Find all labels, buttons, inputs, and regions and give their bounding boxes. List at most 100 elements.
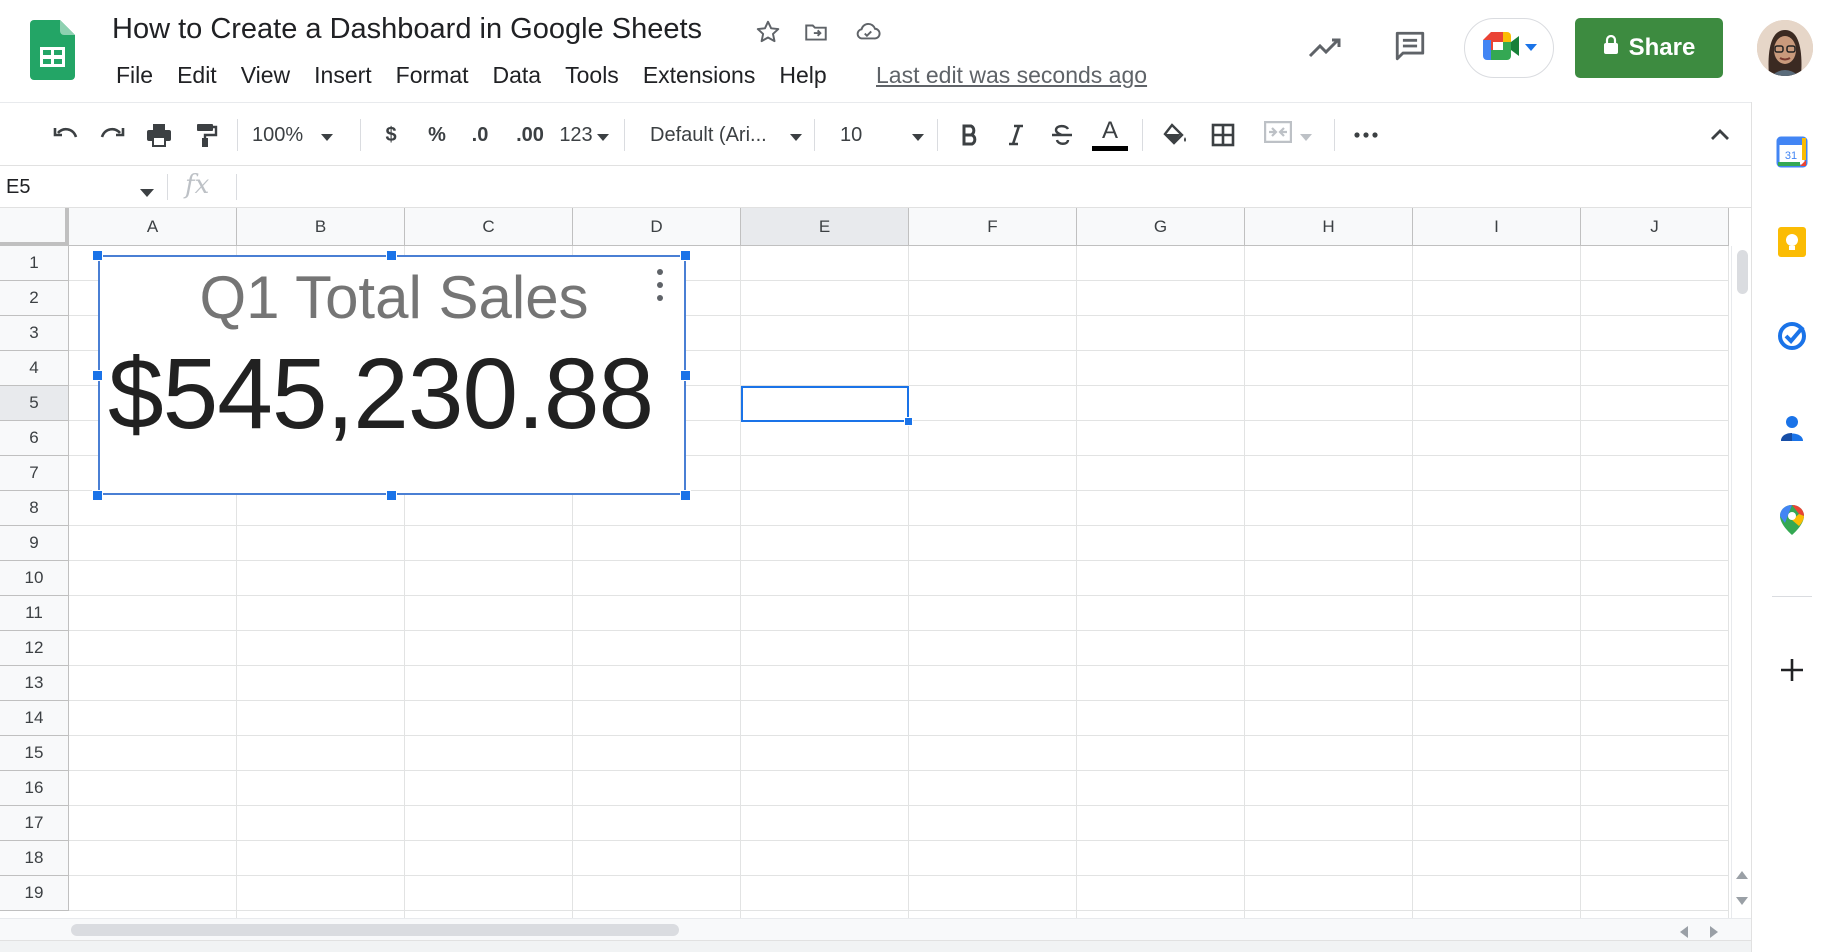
column-header-d[interactable]: D xyxy=(573,208,741,246)
row-header-11[interactable]: 11 xyxy=(0,596,69,631)
tasks-icon[interactable] xyxy=(1772,316,1812,356)
document-title[interactable]: How to Create a Dashboard in Google Shee… xyxy=(112,13,702,46)
strikethrough-icon[interactable] xyxy=(1044,103,1080,167)
row-header-1[interactable]: 1 xyxy=(0,246,69,281)
resize-handle-bottom-right[interactable] xyxy=(680,490,691,501)
menu-view[interactable]: View xyxy=(229,60,302,90)
maps-icon[interactable] xyxy=(1772,500,1812,540)
horizontal-scroll-thumb[interactable] xyxy=(71,924,679,936)
menu-format[interactable]: Format xyxy=(384,60,481,90)
vertical-scrollbar[interactable] xyxy=(1731,246,1751,918)
menu-extensions[interactable]: Extensions xyxy=(631,60,768,90)
borders-icon[interactable] xyxy=(1204,103,1242,167)
column-header-g[interactable]: G xyxy=(1077,208,1245,246)
row-header-4[interactable]: 4 xyxy=(0,351,69,386)
row-header-17[interactable]: 17 xyxy=(0,806,69,841)
percent-format-button[interactable]: % xyxy=(420,103,454,167)
resize-handle-left[interactable] xyxy=(92,370,103,381)
column-header-f[interactable]: F xyxy=(909,208,1077,246)
menu-help[interactable]: Help xyxy=(767,60,838,90)
row-header-6[interactable]: 6 xyxy=(0,421,69,456)
resize-handle-right[interactable] xyxy=(680,370,691,381)
cloud-saved-icon[interactable] xyxy=(852,16,884,48)
row-header-14[interactable]: 14 xyxy=(0,701,69,736)
menu-data[interactable]: Data xyxy=(481,60,554,90)
last-edit-link[interactable]: Last edit was seconds ago xyxy=(876,60,1147,90)
lock-icon xyxy=(1603,34,1619,62)
row-header-10[interactable]: 10 xyxy=(0,561,69,596)
row-header-9[interactable]: 9 xyxy=(0,526,69,561)
column-header-e[interactable]: E xyxy=(741,208,909,246)
add-addon-icon[interactable] xyxy=(1772,650,1812,690)
decrease-decimal-button[interactable]: .0 xyxy=(462,103,498,167)
row-header-2[interactable]: 2 xyxy=(0,281,69,316)
resize-handle-bottom[interactable] xyxy=(386,490,397,501)
font-size-select[interactable]: 10 xyxy=(840,103,924,167)
increase-decimal-button[interactable]: .00 xyxy=(510,103,550,167)
user-avatar[interactable] xyxy=(1757,20,1813,76)
column-header-i[interactable]: I xyxy=(1413,208,1581,246)
column-header-a[interactable]: A xyxy=(69,208,237,246)
fill-color-icon[interactable] xyxy=(1156,103,1194,167)
resize-handle-bottom-left[interactable] xyxy=(92,490,103,501)
meet-button[interactable] xyxy=(1464,18,1554,78)
selected-cell-e5[interactable] xyxy=(741,386,909,422)
column-header-b[interactable]: B xyxy=(237,208,405,246)
row-header-3[interactable]: 3 xyxy=(0,316,69,351)
collapse-toolbar-icon[interactable] xyxy=(1700,103,1740,167)
keep-icon[interactable] xyxy=(1772,222,1812,262)
scorecard-chart[interactable]: Q1 Total Sales $545,230.88 xyxy=(98,255,686,495)
move-folder-icon[interactable] xyxy=(800,16,832,48)
resize-handle-top-left[interactable] xyxy=(92,250,103,261)
meet-icon xyxy=(1481,30,1521,67)
row-header-13[interactable]: 13 xyxy=(0,666,69,701)
select-all-corner[interactable] xyxy=(0,208,69,246)
text-color-button[interactable]: A xyxy=(1090,103,1130,167)
contacts-icon[interactable] xyxy=(1772,408,1812,448)
bold-icon[interactable] xyxy=(952,103,988,167)
horizontal-scrollbar[interactable] xyxy=(0,918,1751,940)
menu-file[interactable]: File xyxy=(104,60,165,90)
row-header-8[interactable]: 8 xyxy=(0,491,69,526)
row-header-7[interactable]: 7 xyxy=(0,456,69,491)
print-icon[interactable] xyxy=(141,103,177,167)
row-header-15[interactable]: 15 xyxy=(0,736,69,771)
row-header-16[interactable]: 16 xyxy=(0,771,69,806)
activity-trend-icon[interactable] xyxy=(1306,28,1346,68)
column-header-j[interactable]: J xyxy=(1581,208,1729,246)
comments-icon[interactable] xyxy=(1390,26,1430,66)
star-icon[interactable] xyxy=(752,16,784,48)
paint-format-icon[interactable] xyxy=(188,103,224,167)
font-family-select[interactable]: Default (Ari... xyxy=(650,103,802,167)
menu-tools[interactable]: Tools xyxy=(553,60,631,90)
menu-edit[interactable]: Edit xyxy=(165,60,229,90)
currency-format-button[interactable]: $ xyxy=(374,103,408,167)
column-header-c[interactable]: C xyxy=(405,208,573,246)
spreadsheet-grid[interactable]: ABCDEFGHIJ 1 2 3 4 5 6 7 8 9 10 11 12 13 14 15 16 17 18 19… xyxy=(0,208,1731,918)
more-options-icon[interactable] xyxy=(1346,103,1386,167)
row-header-19[interactable]: 19 xyxy=(0,876,69,911)
more-formats-button[interactable]: 123 xyxy=(556,103,612,167)
scroll-up-icon[interactable] xyxy=(1736,866,1748,884)
chevron-down-icon[interactable] xyxy=(140,184,154,202)
share-button[interactable]: Share xyxy=(1575,18,1723,78)
name-box[interactable]: E5 xyxy=(6,166,30,208)
chart-menu-icon[interactable] xyxy=(652,269,668,301)
italic-icon[interactable] xyxy=(998,103,1034,167)
scroll-down-icon[interactable] xyxy=(1736,892,1748,910)
calendar-icon[interactable]: 31 xyxy=(1772,132,1812,172)
vertical-scroll-thumb[interactable] xyxy=(1737,250,1748,294)
row-header-5[interactable]: 5 xyxy=(0,386,69,421)
fill-handle[interactable] xyxy=(904,417,913,426)
row-header-18[interactable]: 18 xyxy=(0,841,69,876)
zoom-select[interactable]: 100% xyxy=(252,103,344,167)
redo-icon[interactable] xyxy=(94,103,130,167)
sheets-logo-icon[interactable] xyxy=(30,20,75,80)
resize-handle-top-right[interactable] xyxy=(680,250,691,261)
row-header-12[interactable]: 12 xyxy=(0,631,69,666)
resize-handle-top[interactable] xyxy=(386,250,397,261)
merge-cells-button[interactable] xyxy=(1252,103,1324,167)
column-header-h[interactable]: H xyxy=(1245,208,1413,246)
menu-insert[interactable]: Insert xyxy=(302,60,384,90)
undo-icon[interactable] xyxy=(48,103,84,167)
